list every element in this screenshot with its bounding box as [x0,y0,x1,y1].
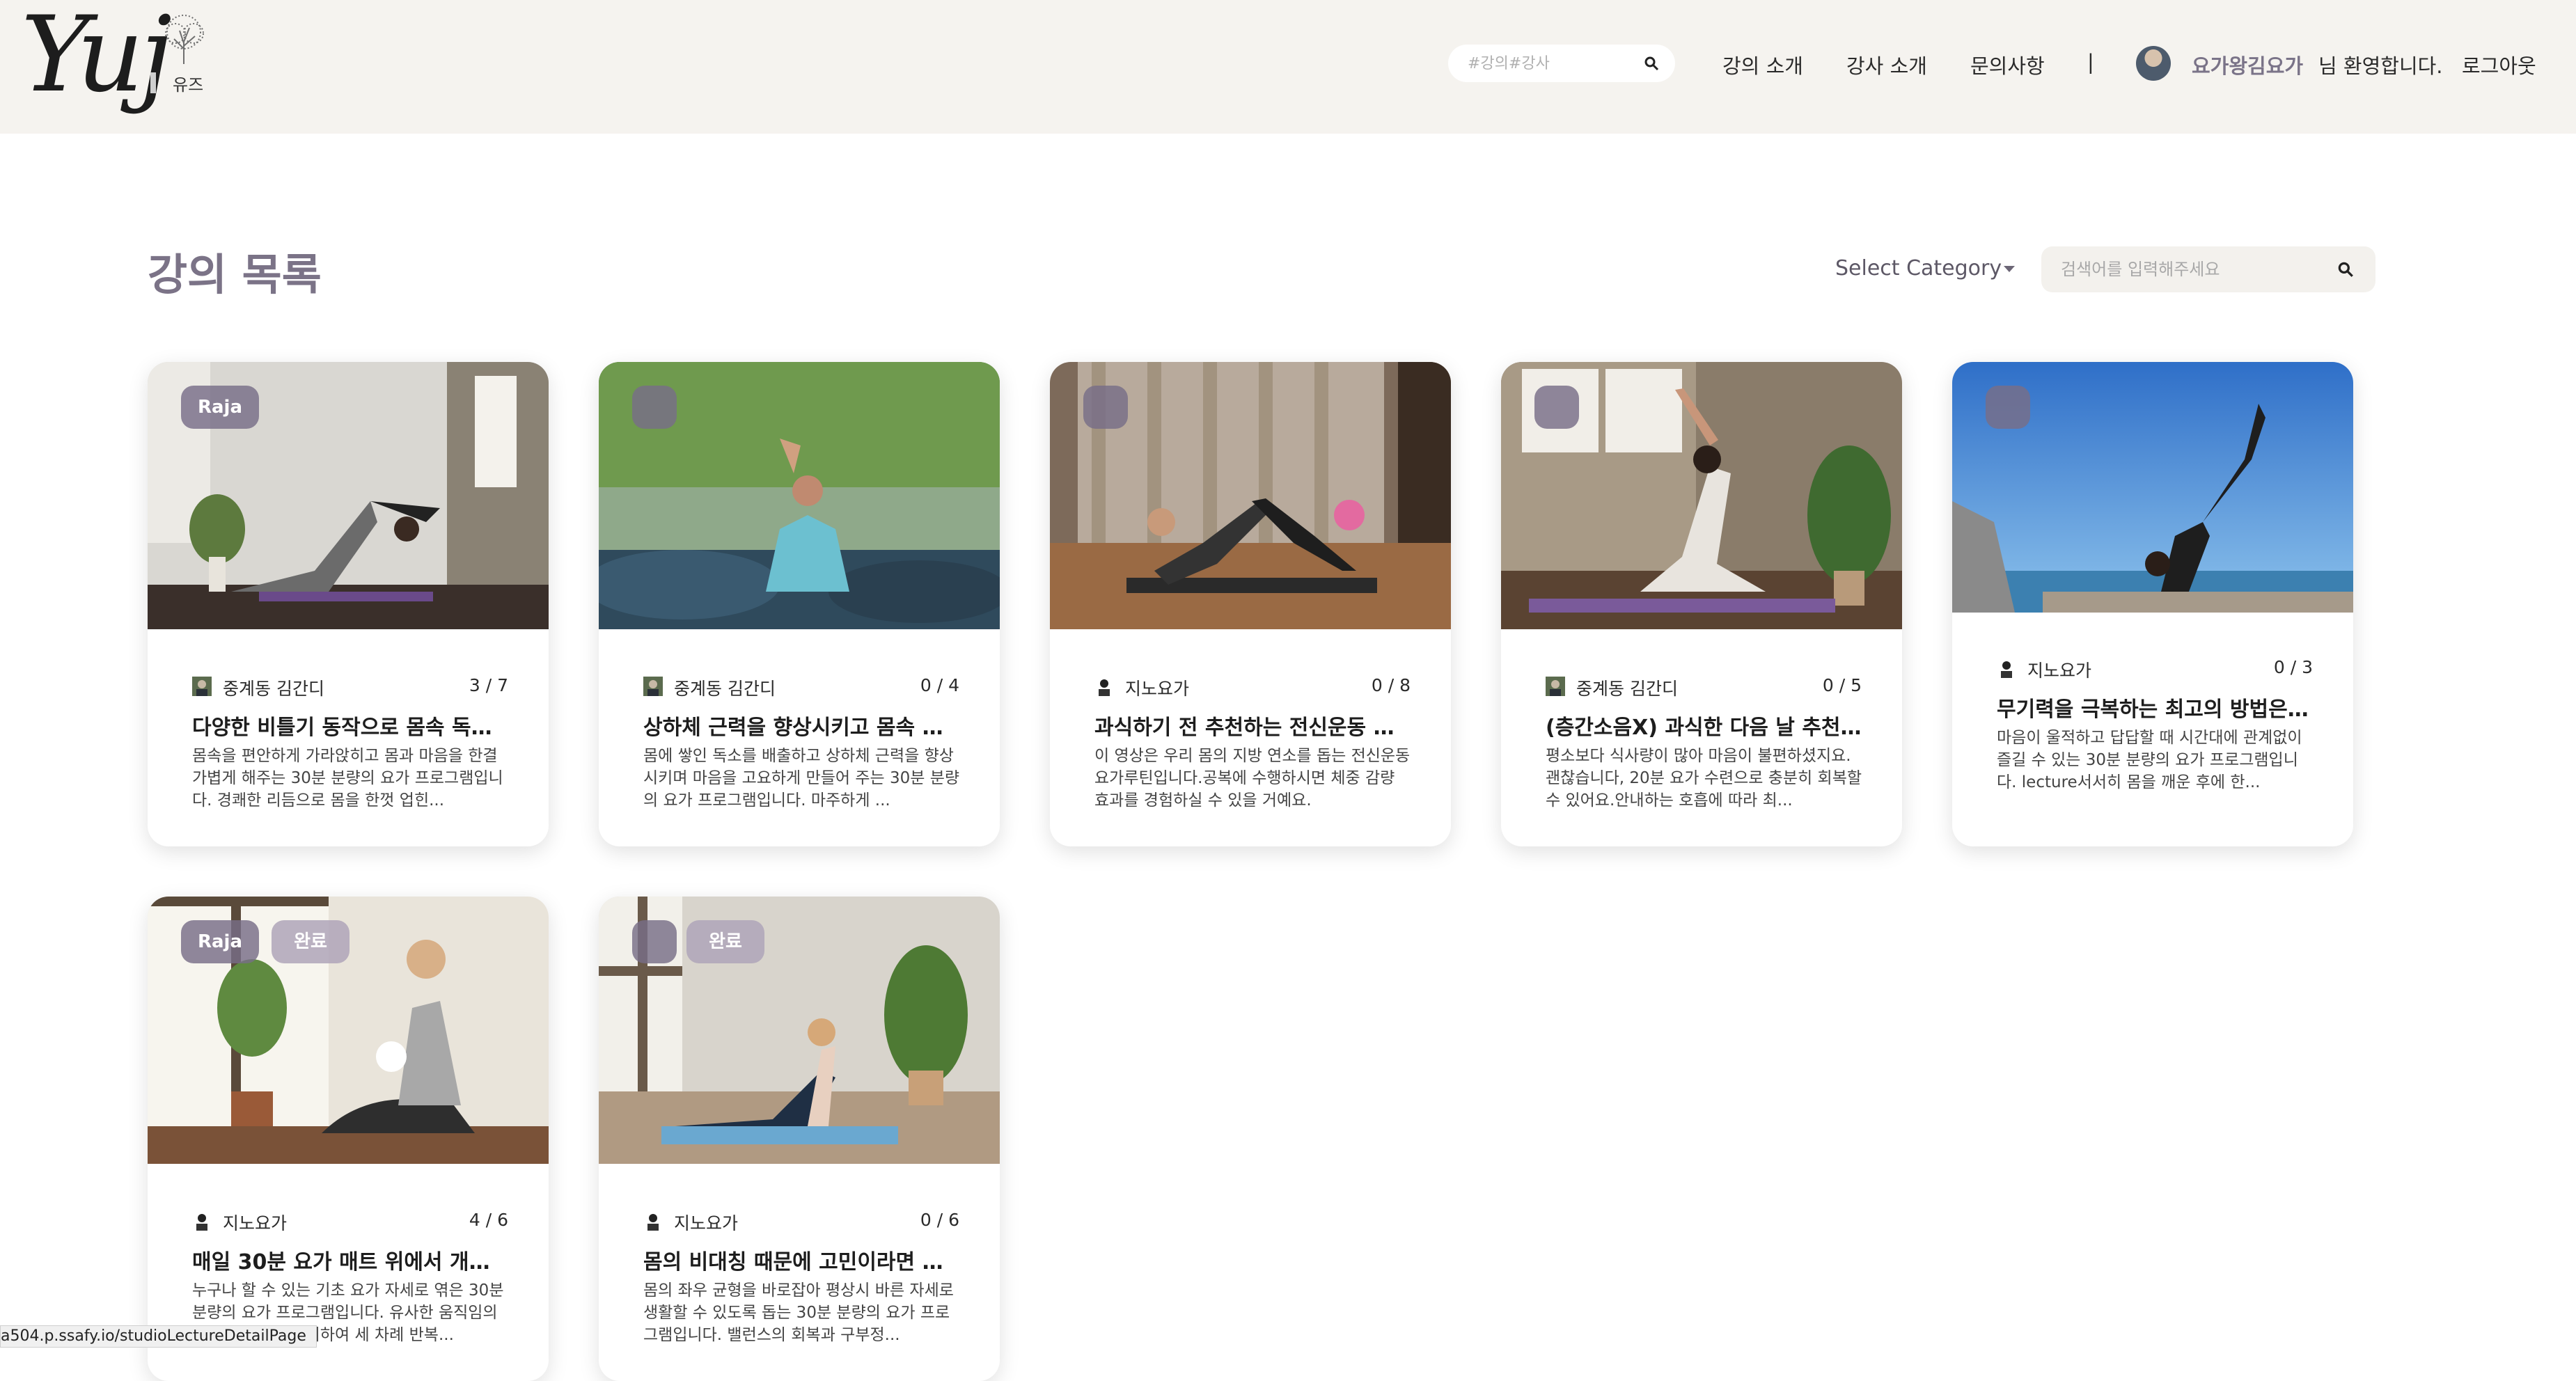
logo-divider [150,72,156,93]
lecture-card[interactable]: 지노요가 0 / 8 과식하기 전 추천하는 전신운동 요... 이 영상은 우… [1050,362,1451,846]
header-search-input[interactable] [1468,53,1635,74]
lecture-search-input[interactable] [2061,259,2325,280]
progress-count: 0 / 8 [1371,675,1411,695]
progress-count: 3 / 7 [469,675,508,695]
lecture-meta: 지노요가 4 / 6 [192,1208,508,1233]
instructor-avatar-icon [643,677,663,696]
instructor-name: 지노요가 [674,1213,739,1233]
instructor-avatar-icon [643,1211,663,1231]
lecture-title[interactable]: 과식하기 전 추천하는 전신운동 요... [1094,710,1411,741]
category-select[interactable]: Select Category [1835,256,2002,281]
lecture-card[interactable]: 지노요가 0 / 3 무기력을 극복하는 최고의 방법은 ... 마음이 울적하… [1952,362,2353,846]
completed-badge: 완료 [272,920,350,963]
lecture-thumbnail[interactable]: Raja 완료 [148,897,549,1164]
search-icon[interactable] [1643,55,1660,72]
progress-count: 0 / 3 [2273,657,2313,677]
lecture-search-box[interactable] [2041,246,2375,292]
lecture-card[interactable]: 중계동 김간디 0 / 4 상하체 근력을 향상시키고 몸속 독... 몸에 쌓… [599,362,1000,846]
logout-link[interactable]: 로그아웃 [2462,50,2536,79]
lecture-description: 몸의 좌우 균형을 바로잡아 평상시 바른 자세로 생활할 수 있도록 돕는 3… [643,1281,954,1344]
lecture-meta: 지노요가 0 / 6 [643,1208,959,1233]
lecture-card[interactable]: Raja 완료 지노요가 4 / 6 매일 30분 요가 매트 위에서 개운하.… [148,897,549,1381]
category-badge: Raja [181,920,259,963]
lecture-title[interactable]: 다양한 비틀기 동작으로 몸속 독소... [192,710,508,741]
instructor-name: 중계동 김간디 [674,679,776,699]
lecture-title[interactable]: 상하체 근력을 향상시키고 몸속 독... [643,710,959,741]
lecture-card[interactable]: Raja 중계동 김간디 3 / 7 다양한 비틀기 동작으로 몸속 독소...… [148,362,549,846]
category-badge: Raja [181,386,259,429]
lecture-meta: 지노요가 0 / 8 [1094,674,1411,699]
instructor-name: 중계동 김간디 [1576,679,1678,699]
progress-count: 0 / 5 [1822,675,1862,695]
lecture-thumbnail[interactable] [599,362,1000,629]
lecture-thumbnail[interactable]: 완료 [599,897,1000,1164]
lecture-meta: 지노요가 0 / 3 [1997,656,2313,681]
lecture-meta: 중계동 김간디 0 / 5 [1546,674,1862,699]
lecture-description: 평소보다 식사량이 많아 마음이 불편하셨지요.괜찮습니다, 20분 요가 수련… [1546,747,1862,810]
lecture-card[interactable]: 완료 지노요가 0 / 6 몸의 비대칭 때문에 고민이라면 꼭 ... 몸의 … [599,897,1000,1381]
category-badge [632,386,677,429]
lecture-title[interactable]: (층간소음X) 과식한 다음 날 추천하... [1546,710,1862,741]
tree-logo-icon [165,15,204,64]
lecture-thumbnail[interactable] [1952,362,2353,613]
category-badge [1534,386,1579,429]
lecture-meta: 중계동 김간디 3 / 7 [192,674,508,699]
lecture-title[interactable]: 매일 30분 요가 매트 위에서 개운하... [192,1245,508,1275]
instructor-name: 지노요가 [223,1213,288,1233]
category-badge [1083,386,1128,429]
search-icon[interactable] [2337,260,2355,278]
instructor-avatar-icon [192,677,212,696]
lecture-card[interactable]: 중계동 김간디 0 / 5 (층간소음X) 과식한 다음 날 추천하... 평소… [1501,362,1902,846]
lecture-description: 마음이 울적하고 답답할 때 시간대에 관계없이 즐길 수 있는 30분 분량의… [1997,729,2302,791]
category-badge [632,920,677,963]
instructor-name: 지노요가 [1125,679,1190,699]
lecture-description: 몸속을 편안하게 가라앉히고 몸과 마음을 한결 가볍게 해주는 30분 분량의… [192,747,503,810]
welcome-text: 님 환영합니다. [2318,54,2443,78]
logo-text[interactable]: Yuj [21,3,172,107]
lecture-thumbnail[interactable] [1050,362,1451,629]
user-name[interactable]: 요가왕김요가 [2192,50,2303,79]
lecture-thumbnail[interactable] [1501,362,1902,629]
progress-count: 0 / 4 [920,675,959,695]
lecture-description: 몸에 쌓인 독소를 배출하고 상하체 근력을 향상 시키며 마음을 고요하게 만… [643,747,959,810]
nav-instructor-intro[interactable]: 강사 소개 [1846,50,1927,79]
page-title: 강의 목록 [148,249,322,300]
nav-divider: | [2087,50,2094,74]
instructor-avatar-icon [1094,677,1114,696]
header-search-box[interactable] [1448,45,1675,82]
nav-inquiry[interactable]: 문의사항 [1970,50,2045,79]
lecture-title[interactable]: 무기력을 극복하는 최고의 방법은 ... [1997,692,2313,723]
lecture-title[interactable]: 몸의 비대칭 때문에 고민이라면 꼭 ... [643,1245,959,1275]
instructor-name: 지노요가 [2027,661,2092,681]
lecture-description: 이 영상은 우리 몸의 지방 연소를 돕는 전신운동 요가루틴입니다.공복에 수… [1094,747,1411,810]
status-bar-url: a504.p.ssafy.io/studioLectureDetailPage [0,1325,317,1348]
completed-badge: 완료 [686,920,764,963]
instructor-avatar-icon [192,1211,212,1231]
category-badge [1986,386,2030,429]
lecture-thumbnail[interactable]: Raja [148,362,549,629]
chevron-down-icon[interactable] [2004,266,2015,272]
user-avatar[interactable] [2136,46,2171,81]
site-header: Yuj 유즈 강의 소개 강사 소개 문의사항 | 요가왕김요가 님 환영합니다… [0,0,2576,134]
instructor-avatar-icon [1997,658,2016,678]
progress-count: 0 / 6 [920,1210,959,1230]
progress-count: 4 / 6 [469,1210,508,1230]
logo-subtitle: 유즈 [173,75,204,95]
nav-lecture-intro[interactable]: 강의 소개 [1722,50,1803,79]
instructor-avatar-icon [1546,677,1565,696]
lecture-meta: 중계동 김간디 0 / 4 [643,674,959,699]
instructor-name: 중계동 김간디 [223,679,324,699]
